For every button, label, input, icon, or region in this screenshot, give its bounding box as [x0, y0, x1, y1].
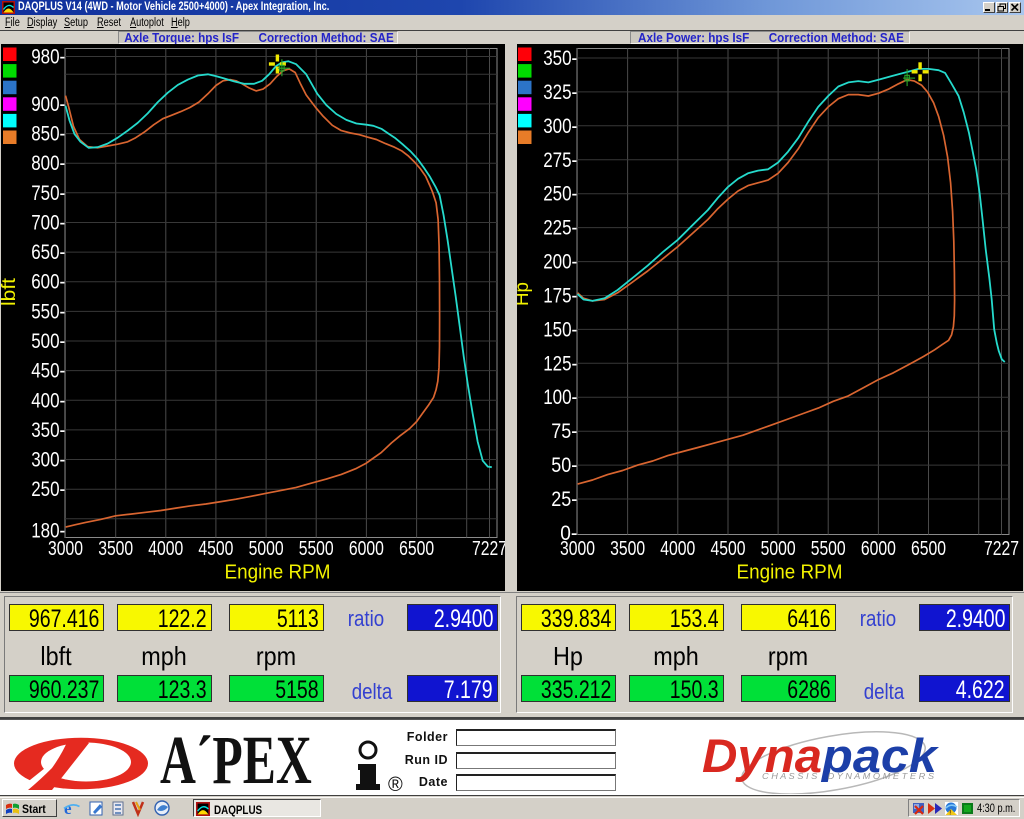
svg-text:980-: 980- — [31, 46, 65, 69]
svg-text:3000: 3000 — [48, 538, 83, 560]
svg-text:75-: 75- — [551, 420, 577, 443]
svg-text:325-: 325- — [543, 81, 577, 104]
svg-text:850-: 850- — [31, 123, 65, 146]
svg-text:Engine RPM: Engine RPM — [737, 562, 843, 584]
svg-text:550-: 550- — [31, 300, 65, 323]
svg-text:225-: 225- — [543, 217, 577, 240]
svg-text:4000: 4000 — [660, 538, 695, 560]
svg-text:200-: 200- — [543, 251, 577, 274]
svg-text:6500: 6500 — [399, 538, 434, 560]
svg-text:Engine RPM: Engine RPM — [225, 562, 331, 584]
svg-text:175-: 175- — [543, 285, 577, 308]
svg-text:450-: 450- — [31, 360, 65, 383]
svg-text:750-: 750- — [31, 182, 65, 205]
svg-text:800-: 800- — [31, 152, 65, 175]
svg-text:700-: 700- — [31, 212, 65, 235]
svg-text:900-: 900- — [31, 93, 65, 116]
svg-text:350-: 350- — [543, 47, 577, 70]
svg-text:4500: 4500 — [198, 538, 233, 560]
svg-text:5500: 5500 — [811, 538, 846, 560]
svg-text:250-: 250- — [31, 478, 65, 501]
svg-text:6500: 6500 — [911, 538, 946, 560]
svg-text:25-: 25- — [551, 488, 577, 511]
svg-text:650-: 650- — [31, 241, 65, 264]
svg-text:7227: 7227 — [472, 538, 505, 560]
svg-text:lbft: lbft — [1, 277, 20, 306]
svg-text:4000: 4000 — [148, 538, 183, 560]
svg-text:Hp: Hp — [517, 282, 533, 306]
svg-text:600-: 600- — [31, 271, 65, 294]
svg-text:6000: 6000 — [861, 538, 896, 560]
svg-text:5000: 5000 — [249, 538, 284, 560]
svg-text:50-: 50- — [551, 454, 577, 477]
svg-text:5500: 5500 — [299, 538, 334, 560]
svg-text:400-: 400- — [31, 389, 65, 412]
svg-text:300-: 300- — [543, 115, 577, 138]
svg-text:7227: 7227 — [984, 538, 1019, 560]
svg-text:4500: 4500 — [711, 538, 746, 560]
svg-text:300-: 300- — [31, 449, 65, 472]
svg-text:C H A S S I S D Y N A M O M: C H A S S I S D Y N A M O M E T E R S — [762, 771, 934, 781]
svg-text:275-: 275- — [543, 149, 577, 172]
svg-text:100-: 100- — [543, 386, 577, 409]
svg-text:150-: 150- — [543, 318, 577, 341]
svg-text:350-: 350- — [31, 419, 65, 442]
svg-text:3500: 3500 — [98, 538, 133, 560]
svg-text:125-: 125- — [543, 352, 577, 375]
svg-text:3000: 3000 — [560, 538, 595, 560]
svg-text:5000: 5000 — [761, 538, 796, 560]
svg-text:6000: 6000 — [349, 538, 384, 560]
svg-text:!: ! — [949, 811, 951, 817]
svg-text:500-: 500- — [31, 330, 65, 353]
svg-text:250-: 250- — [543, 183, 577, 206]
svg-text:3500: 3500 — [610, 538, 645, 560]
